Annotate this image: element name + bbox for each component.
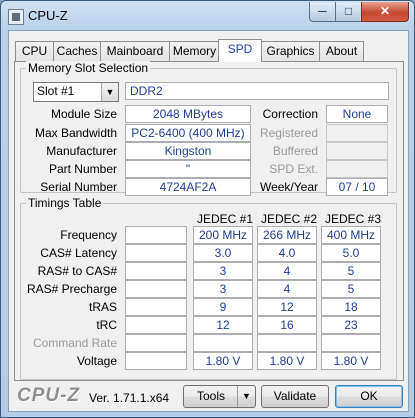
slot-select[interactable]: Slot #1 ▼ xyxy=(33,82,119,102)
tab-caches[interactable]: Caches xyxy=(53,41,101,61)
chevron-down-icon[interactable]: ▼ xyxy=(237,386,255,407)
spd-ext-label: SPD Ext. xyxy=(269,162,318,176)
timing-row-label: RAS# Precharge xyxy=(26,282,117,296)
timing-cell xyxy=(321,334,381,352)
timings-group-title: Timings Table xyxy=(26,196,104,210)
timing-cell: 16 xyxy=(257,316,317,334)
footer-bar: CPU-Z Ver. 1.71.1.x64 Tools ▼ Validate O… xyxy=(9,385,408,411)
correction-label: Correction xyxy=(262,107,318,121)
max-bandwidth-label: Max Bandwidth xyxy=(34,126,117,140)
timing-cell: 1.80 V xyxy=(257,352,317,370)
version-text: Ver. 1.71.1.x64 xyxy=(89,391,170,405)
timing-cell: 5 xyxy=(321,262,381,280)
registered-label: Registered xyxy=(259,126,318,140)
slot-select-value: Slot #1 xyxy=(37,84,75,98)
timing-cell: 4.0 xyxy=(257,244,317,262)
timing-row-blank xyxy=(125,226,187,244)
buffered-value xyxy=(326,142,388,160)
maximize-button[interactable]: □ xyxy=(335,2,362,22)
timing-cell: 3.0 xyxy=(193,244,253,262)
timing-row-blank xyxy=(125,352,187,370)
timing-cell: 12 xyxy=(193,316,253,334)
timing-cell: 23 xyxy=(321,316,381,334)
timing-cell xyxy=(257,334,317,352)
chevron-down-icon[interactable]: ▼ xyxy=(101,83,118,101)
week-year-label: Week/Year xyxy=(259,180,318,194)
timing-row-label: Voltage xyxy=(76,354,117,368)
timing-cell: 266 MHz xyxy=(257,226,317,244)
timing-row-label: tRC xyxy=(96,318,117,332)
part-number-value: " xyxy=(125,160,251,178)
timing-row-blank xyxy=(125,244,187,262)
timing-cell: 5.0 xyxy=(321,244,381,262)
minimize-button[interactable]: ─ xyxy=(309,2,336,22)
tools-button[interactable]: Tools ▼ xyxy=(183,385,256,408)
timing-cell: 5 xyxy=(321,280,381,298)
timing-cell: 18 xyxy=(321,298,381,316)
timing-row-blank xyxy=(125,280,187,298)
max-bandwidth-value: PC2-6400 (400 MHz) xyxy=(125,124,251,142)
correction-value: None xyxy=(326,105,388,123)
spd-panel: Memory Slot Selection Slot #1 ▼ DDR2 Mod… xyxy=(14,61,404,381)
timings-col-header: JEDEC #3 xyxy=(324,212,382,226)
timings-col-header: JEDEC #2 xyxy=(260,212,318,226)
timing-row-blank xyxy=(125,334,187,352)
timing-cell xyxy=(193,334,253,352)
timing-row-blank xyxy=(125,262,187,280)
tab-about[interactable]: About xyxy=(319,41,364,61)
timing-row-label: Command Rate xyxy=(32,336,117,350)
timing-cell: 200 MHz xyxy=(193,226,253,244)
serial-number-value: 4724AF2A xyxy=(125,178,251,196)
window-title: CPU-Z xyxy=(28,8,68,23)
manufacturer-value: Kingston xyxy=(125,142,251,160)
timing-cell: 4 xyxy=(257,262,317,280)
title-bar[interactable]: CPU-Z ─ □ ✕ xyxy=(1,1,414,31)
close-button[interactable]: ✕ xyxy=(361,2,409,22)
memory-type-field: DDR2 xyxy=(125,82,389,100)
tab-graphics[interactable]: Graphics xyxy=(261,41,320,61)
serial-number-label: Serial Number xyxy=(40,180,117,194)
module-size-value: 2048 MBytes xyxy=(125,105,251,123)
validate-button[interactable]: Validate xyxy=(261,385,329,408)
timing-row-label: RAS# to CAS# xyxy=(37,264,117,278)
timing-row-label: tRAS xyxy=(88,300,117,314)
tools-button-label: Tools xyxy=(196,389,225,403)
timing-row-blank xyxy=(125,316,187,334)
manufacturer-label: Manufacturer xyxy=(46,144,117,158)
buffered-label: Buffered xyxy=(272,144,318,158)
registered-value xyxy=(326,124,388,142)
timing-cell: 1.80 V xyxy=(321,352,381,370)
timing-cell: 1.80 V xyxy=(193,352,253,370)
memory-slot-group-title: Memory Slot Selection xyxy=(26,61,151,75)
week-year-value: 07 / 10 xyxy=(326,178,388,196)
timings-group: Timings Table JEDEC #1 JEDEC #2 JEDEC #3… xyxy=(20,196,397,380)
timing-row-label: Frequency xyxy=(60,228,117,242)
timing-cell: 3 xyxy=(193,262,253,280)
cpuz-window: CPU-Z ─ □ ✕ CPU Caches Mainboard Memory … xyxy=(0,0,415,418)
tab-mainboard[interactable]: Mainboard xyxy=(100,41,170,61)
cpuz-logo: CPU-Z xyxy=(17,385,81,406)
cpuz-app-icon xyxy=(8,9,24,25)
module-size-label: Module Size xyxy=(50,107,117,121)
timing-row-label: CAS# Latency xyxy=(40,246,117,260)
timing-cell: 4 xyxy=(257,280,317,298)
tab-cpu[interactable]: CPU xyxy=(15,41,54,61)
timing-row-blank xyxy=(125,298,187,316)
tab-spd[interactable]: SPD xyxy=(218,39,262,62)
timings-col-header: JEDEC #1 xyxy=(196,212,254,226)
timing-cell: 400 MHz xyxy=(321,226,381,244)
memory-slot-group: Memory Slot Selection Slot #1 ▼ DDR2 Mod… xyxy=(20,61,397,196)
spd-ext-value xyxy=(326,160,388,178)
timing-cell: 9 xyxy=(193,298,253,316)
tab-memory[interactable]: Memory xyxy=(169,41,220,61)
ok-button[interactable]: OK xyxy=(335,385,403,408)
client-area: CPU Caches Mainboard Memory SPD Graphics… xyxy=(8,30,409,412)
part-number-label: Part Number xyxy=(48,162,117,176)
timing-cell: 3 xyxy=(193,280,253,298)
timing-cell: 12 xyxy=(257,298,317,316)
